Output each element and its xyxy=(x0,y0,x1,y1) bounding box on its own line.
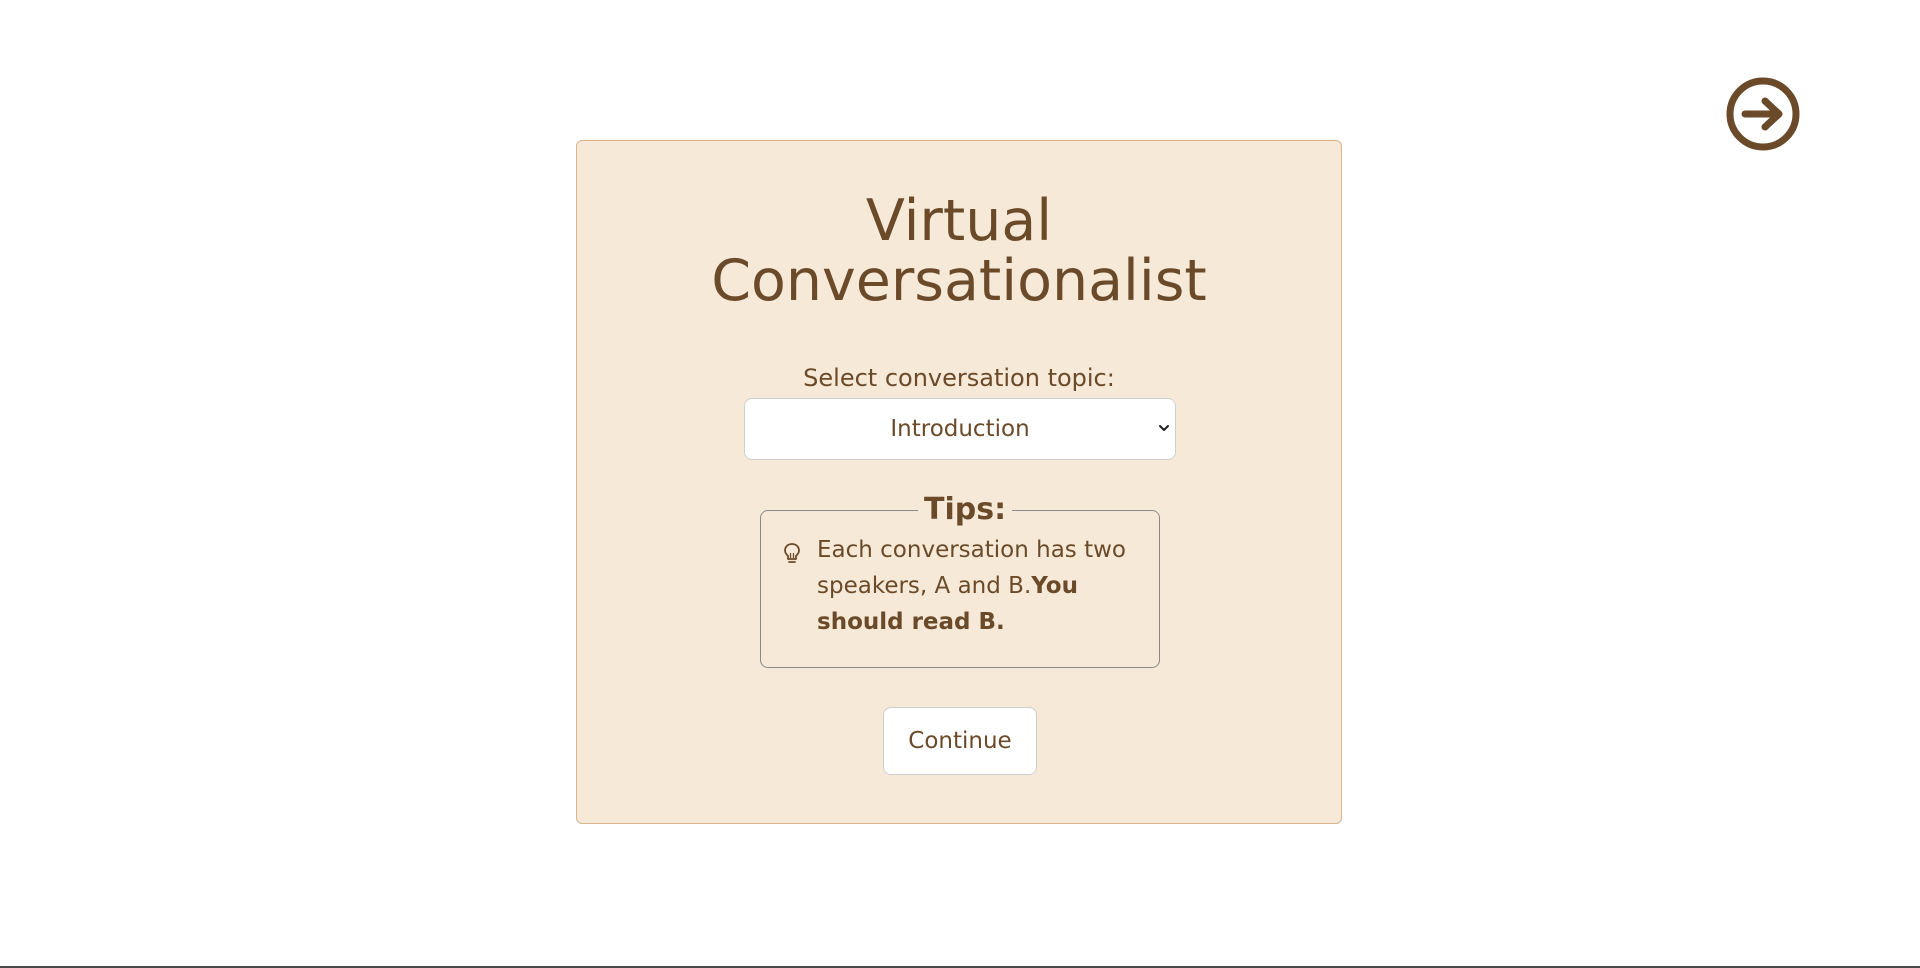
tips-legend: Tips: xyxy=(918,491,1013,529)
topic-select-label: Select conversation topic: xyxy=(803,364,1115,392)
tip-text: Each conversation has two speakers, A an… xyxy=(817,532,1137,640)
title-line-1: Virtual xyxy=(865,188,1053,254)
tip-text-normal: Each conversation has two speakers, A an… xyxy=(817,537,1126,599)
continue-button[interactable]: Continue xyxy=(883,707,1037,775)
topic-select-value: Introduction xyxy=(890,416,1030,442)
page-title: Virtual Conversationalist xyxy=(577,191,1341,311)
topic-select[interactable]: Introduction xyxy=(744,398,1176,460)
tips-box: Tips: Each conversation has two speakers… xyxy=(760,491,1160,668)
page: Virtual Conversationalist Select convers… xyxy=(0,0,1920,968)
next-arrow-button[interactable] xyxy=(1725,76,1801,152)
main-card: Virtual Conversationalist Select convers… xyxy=(576,140,1342,824)
lightbulb-icon xyxy=(784,543,800,563)
arrow-right-circle-icon xyxy=(1726,77,1800,151)
title-line-2: Conversationalist xyxy=(711,248,1207,314)
chevron-down-icon xyxy=(1159,425,1169,431)
